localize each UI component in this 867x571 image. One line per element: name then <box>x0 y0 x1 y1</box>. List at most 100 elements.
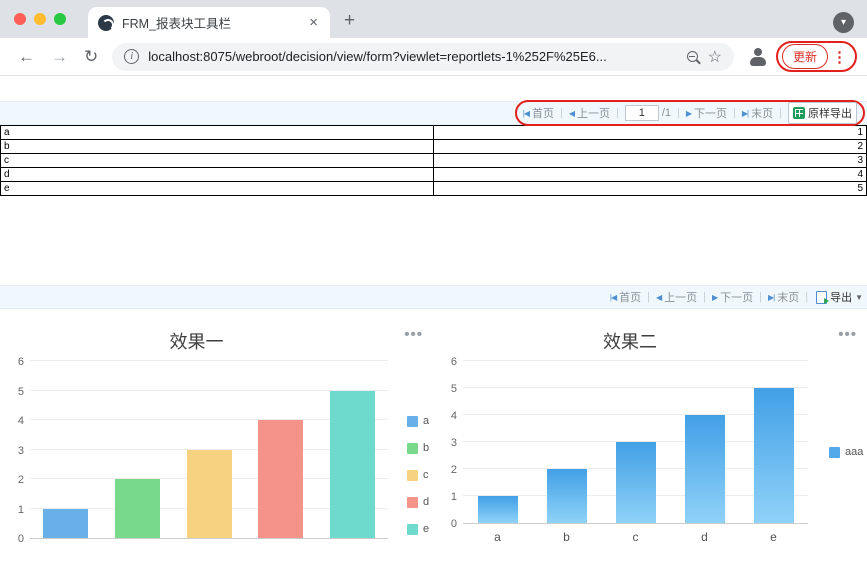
new-tab-button[interactable]: + <box>344 10 355 32</box>
legend-item[interactable]: d <box>407 496 429 508</box>
legend-swatch <box>407 523 418 535</box>
browser-tab-strip: FRM_报表块工具栏 × + ▾ <box>0 0 867 38</box>
reload-button[interactable]: ↻ <box>84 47 98 67</box>
x-axis-label: c <box>632 530 639 544</box>
legend-label: c <box>423 469 429 481</box>
page-number-input[interactable] <box>624 105 659 121</box>
browser-menu-icon[interactable]: ⋮ <box>832 48 847 66</box>
browser-tab[interactable]: FRM_报表块工具栏 × <box>88 7 330 38</box>
tab-favicon-icon <box>98 14 114 31</box>
chart-legend: a b c d e <box>407 415 429 550</box>
y-axis-tick: 3 <box>17 444 24 457</box>
y-axis-tick: 5 <box>17 385 24 398</box>
key-cell: c <box>0 153 434 168</box>
table-row: c3 <box>0 153 867 168</box>
first-page-label: 首页 <box>531 108 554 120</box>
next-page-button[interactable]: ▶ 下一页 <box>686 105 727 121</box>
first-page-icon: |◀ <box>609 292 617 302</box>
export-label: 导出 <box>830 292 853 304</box>
next-page-button[interactable]: ▶ 下一页 <box>712 289 753 305</box>
profile-chevron-button[interactable]: ▾ <box>833 12 854 33</box>
table-row: b2 <box>0 139 867 154</box>
key-cell: a <box>0 125 434 140</box>
last-page-button[interactable]: ▶| 末页 <box>742 105 773 121</box>
legend-swatch <box>407 496 418 508</box>
url-text[interactable]: localhost:8075/webroot/decision/view/for… <box>148 49 680 64</box>
last-page-icon: ▶| <box>767 292 775 302</box>
legend-label: e <box>423 523 430 535</box>
separator: | <box>805 291 809 303</box>
report-pagination-toolbar: |◀ 首页 | ◀ 上一页 | /1 | ▶ 下一页 | ▶| 末页 | <box>0 100 867 126</box>
bar-e[interactable] <box>753 388 794 523</box>
export-dropdown-button[interactable]: 导出 ▼ <box>816 289 863 305</box>
export-as-is-button[interactable]: 原样导出 <box>788 102 857 124</box>
bookmark-star-icon[interactable]: ☆ <box>708 47 722 67</box>
x-axis-label: d <box>701 530 708 544</box>
prev-page-icon: ◀ <box>655 292 662 302</box>
legend-item[interactable]: e <box>407 523 429 535</box>
chrome-update-button[interactable]: 更新 <box>781 44 828 69</box>
close-window-button[interactable] <box>14 13 26 25</box>
legend-item[interactable]: c <box>407 469 429 481</box>
y-axis-tick: 6 <box>450 356 457 368</box>
first-page-button[interactable]: |◀ 首页 <box>610 289 641 305</box>
legend-swatch <box>829 446 840 458</box>
bar-a[interactable] <box>43 508 89 538</box>
last-page-icon: ▶| <box>741 108 749 118</box>
value-cell: 4 <box>433 167 867 182</box>
y-axis-tick: 0 <box>450 518 457 530</box>
separator: | <box>615 107 619 119</box>
profile-avatar-icon[interactable] <box>748 47 768 67</box>
gridline <box>30 360 388 361</box>
zoom-icon[interactable] <box>686 51 698 62</box>
value-cell: 3 <box>433 153 867 168</box>
back-button[interactable]: ← <box>18 47 35 67</box>
excel-icon <box>793 107 805 119</box>
prev-page-button[interactable]: ◀ 上一页 <box>656 289 697 305</box>
next-page-label: 下一页 <box>694 108 728 120</box>
legend-item[interactable]: b <box>407 442 429 454</box>
key-cell: e <box>0 181 434 196</box>
maximize-window-button[interactable] <box>54 13 66 25</box>
site-info-icon[interactable]: i <box>124 49 140 64</box>
separator: | <box>559 107 563 119</box>
bar-b[interactable] <box>114 479 160 538</box>
bar-a[interactable] <box>477 496 518 523</box>
y-axis-tick: 2 <box>17 474 24 486</box>
annotation-highlight-toolbar: |◀ 首页 | ◀ 上一页 | /1 | ▶ 下一页 | ▶| 末页 | <box>514 100 865 126</box>
last-page-label: 末页 <box>751 108 774 120</box>
first-page-label: 首页 <box>619 292 642 304</box>
chart-menu-icon[interactable]: ••• <box>838 326 857 343</box>
legend-swatch <box>407 469 418 481</box>
y-axis-tick: 6 <box>17 356 24 368</box>
chart-plot-area: 0 1 2 3 4 5 6 a b c d e <box>451 356 808 544</box>
legend-item[interactable]: a <box>407 415 429 427</box>
prev-page-button[interactable]: ◀ 上一页 <box>569 105 610 121</box>
chart-menu-icon[interactable]: ••• <box>404 326 423 343</box>
last-page-label: 末页 <box>777 292 800 304</box>
legend-item[interactable]: aaa <box>829 446 863 458</box>
bar-c[interactable] <box>615 442 656 523</box>
separator: | <box>733 107 736 119</box>
bar-d[interactable] <box>684 415 725 523</box>
tab-title: FRM_报表块工具栏 <box>122 17 232 31</box>
separator: | <box>703 291 706 303</box>
tab-close-icon[interactable]: × <box>307 14 320 31</box>
forward-button[interactable]: → <box>51 47 68 67</box>
bar-e[interactable] <box>329 390 375 538</box>
bar-d[interactable] <box>258 420 304 538</box>
separator: | <box>677 107 680 119</box>
value-cell: 2 <box>433 139 867 154</box>
last-page-button[interactable]: ▶| 末页 <box>768 289 799 305</box>
next-page-icon: ▶ <box>711 292 718 302</box>
first-page-button[interactable]: |◀ 首页 <box>523 105 554 121</box>
bar-c[interactable] <box>186 449 232 538</box>
minimize-window-button[interactable] <box>34 13 46 25</box>
legend-label: b <box>423 442 430 454</box>
key-cell: b <box>0 139 434 154</box>
table-row: e5 <box>0 181 867 196</box>
bar-b[interactable] <box>546 469 587 523</box>
x-axis-label: a <box>494 530 501 544</box>
url-omnibox[interactable]: i localhost:8075/webroot/decision/view/f… <box>112 42 734 71</box>
next-page-label: 下一页 <box>720 292 754 304</box>
